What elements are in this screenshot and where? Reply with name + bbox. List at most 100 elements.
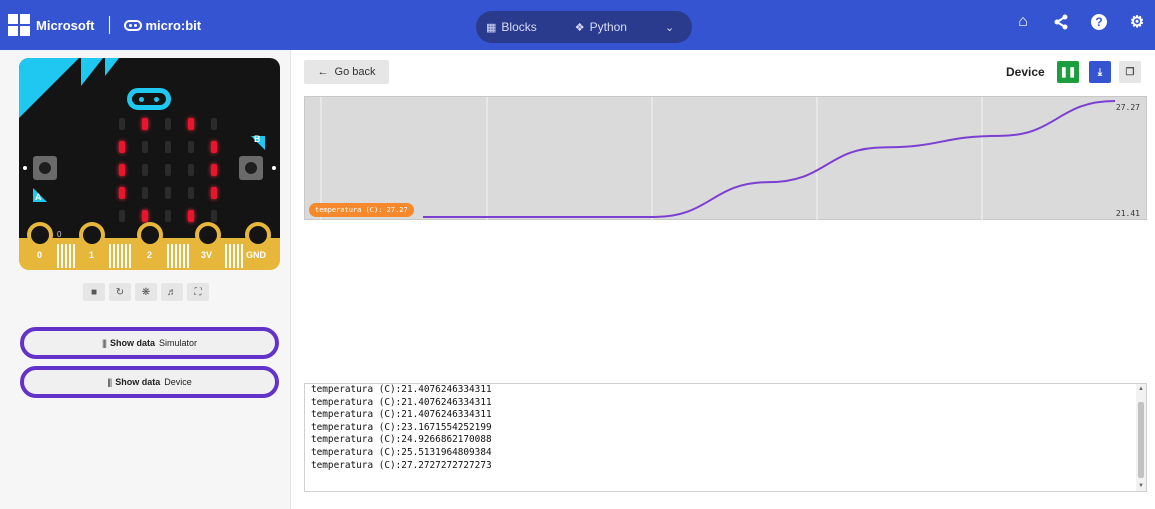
pin-gnd[interactable] <box>245 222 271 248</box>
brand-microsoft-label: Microsoft <box>36 17 95 33</box>
led-4-0 <box>119 210 125 222</box>
scroll-up-icon[interactable]: ▲ <box>1138 386 1144 392</box>
show-data-simulator-button[interactable]: ||| Show data Simulator <box>20 327 279 359</box>
led-1-4 <box>211 141 217 153</box>
console-line: temperatura (C):23.1671554252199 <box>311 421 492 433</box>
led-0-2 <box>165 118 171 130</box>
small-pin <box>179 244 181 268</box>
small-pin <box>109 244 111 268</box>
small-pin <box>187 244 189 268</box>
device-label: Device <box>1006 65 1045 79</box>
button-b-label: B <box>254 134 261 144</box>
app-root: Microsoft micro:bit ▦ Blocks ❖ Python ⌄ … <box>0 0 1155 509</box>
led-2-2 <box>165 164 171 176</box>
pin-2-label: 2 <box>147 250 153 260</box>
stop-icon[interactable]: ■ <box>83 283 105 301</box>
scrollbar-thumb[interactable] <box>1138 402 1144 478</box>
fullscreen-icon[interactable]: ⛶ <box>187 283 209 301</box>
brand-product: micro:bit <box>123 18 201 33</box>
python-icon: ❖ <box>574 21 585 34</box>
console-line: temperatura (C):21.4076246334311 <box>311 384 492 395</box>
chevron-down-icon[interactable]: ⌄ <box>665 21 674 34</box>
go-back-button[interactable]: ← Go back <box>304 60 389 84</box>
show-data-label: Show data <box>109 338 155 348</box>
pin-0-value: 0 <box>57 230 62 239</box>
small-pin <box>113 244 115 268</box>
pin-1-label: 1 <box>89 250 95 260</box>
pause-button[interactable]: ❚❚ <box>1057 61 1079 83</box>
copy-icon: ❐ <box>1125 66 1135 78</box>
console-lines: temperatura (C):21.4076246334311 temperat… <box>305 384 1146 472</box>
led-3-2 <box>165 187 171 199</box>
scroll-down-icon[interactable]: ▼ <box>1138 483 1144 489</box>
board-corner-decoration <box>19 58 79 118</box>
led-2-1 <box>142 164 148 176</box>
show-data-device-button[interactable]: ||| Show data Device <box>20 366 279 398</box>
led-2-0 <box>119 164 125 176</box>
settings-icon[interactable]: ⚙ <box>1129 14 1145 31</box>
led-1-2 <box>165 141 171 153</box>
chart-y-min-label: 21.41 <box>1115 209 1140 218</box>
console-line: temperatura (C):25.5131964809384 <box>311 446 492 458</box>
download-button[interactable]: ⤓ <box>1089 61 1111 83</box>
small-pin <box>129 244 131 268</box>
board-corner-decoration <box>81 58 103 86</box>
pin-gnd-label: GND <box>246 250 266 260</box>
small-pin <box>117 244 119 268</box>
board-body: A B <box>19 58 280 238</box>
console-line: temperatura (C):21.4076246334311 <box>311 409 492 421</box>
show-data-label: Show data <box>115 377 161 387</box>
arrow-left-icon: ← <box>317 66 329 78</box>
chart-y-max-label: 27.27 <box>1115 103 1140 112</box>
bar-chart-icon: ||| <box>107 377 112 387</box>
led-0-4 <box>211 118 217 130</box>
bar-chart-icon: ||| <box>101 338 107 348</box>
top-bar: Microsoft micro:bit ▦ Blocks ❖ Python ⌄ … <box>0 0 1155 50</box>
microsoft-logo-icon <box>8 14 30 36</box>
small-pin <box>125 244 127 268</box>
board-corner-decoration <box>105 58 119 76</box>
led-4-2 <box>165 210 171 222</box>
tab-blocks[interactable]: ▦ Blocks <box>486 20 537 34</box>
console-output[interactable]: temperatura (C):21.4076246334311 temperat… <box>304 383 1147 492</box>
microbit-simulator[interactable]: A B 0 0 1 2 3V GND <box>19 58 280 270</box>
small-pin <box>65 244 67 268</box>
top-right-icons: ⌂ ? ⚙ <box>1015 13 1145 31</box>
pin-3v[interactable] <box>195 222 221 248</box>
led-4-4 <box>211 210 217 222</box>
pin-1[interactable] <box>79 222 105 248</box>
brand[interactable]: Microsoft micro:bit <box>8 13 201 37</box>
tab-python[interactable]: ❖ Python <box>575 20 627 34</box>
data-chart: 27.27 21.41 temperatura (C): 27.27 <box>304 96 1147 221</box>
debug-icon[interactable]: ❋ <box>135 283 157 301</box>
small-pin <box>73 244 75 268</box>
copy-button[interactable]: ❐ <box>1119 61 1141 83</box>
show-data-target: Device <box>164 377 192 387</box>
home-icon[interactable]: ⌂ <box>1015 13 1031 30</box>
simulator-toolbar: ■ ↻ ❋ ♬ ⛶ <box>83 283 209 303</box>
go-back-label: Go back <box>334 66 376 78</box>
pin-0[interactable] <box>27 222 53 248</box>
sound-icon[interactable]: ♬ <box>161 283 183 301</box>
console-scrollbar[interactable]: ▲ ▼ <box>1136 384 1146 491</box>
help-icon[interactable]: ? <box>1091 14 1107 30</box>
small-pin <box>167 244 169 268</box>
led-1-0 <box>119 141 125 153</box>
share-icon[interactable] <box>1053 14 1069 30</box>
pin-0-label: 0 <box>37 250 43 260</box>
button-a[interactable] <box>33 156 57 180</box>
led-0-0 <box>119 118 125 130</box>
led-3-0 <box>119 187 125 199</box>
small-pin <box>229 244 231 268</box>
chart-plot <box>320 97 1116 221</box>
console-line: temperatura (C):27.2727272727273 <box>311 459 492 471</box>
chart-series-line <box>423 100 1116 218</box>
restart-icon[interactable]: ↻ <box>109 283 131 301</box>
led-4-3 <box>188 210 194 222</box>
small-pin <box>171 244 173 268</box>
pause-icon: ❚❚ <box>1059 66 1077 78</box>
pin-2[interactable] <box>137 222 163 248</box>
touch-logo-icon[interactable] <box>127 88 171 110</box>
button-b[interactable] <box>239 156 263 180</box>
small-pin <box>183 244 185 268</box>
